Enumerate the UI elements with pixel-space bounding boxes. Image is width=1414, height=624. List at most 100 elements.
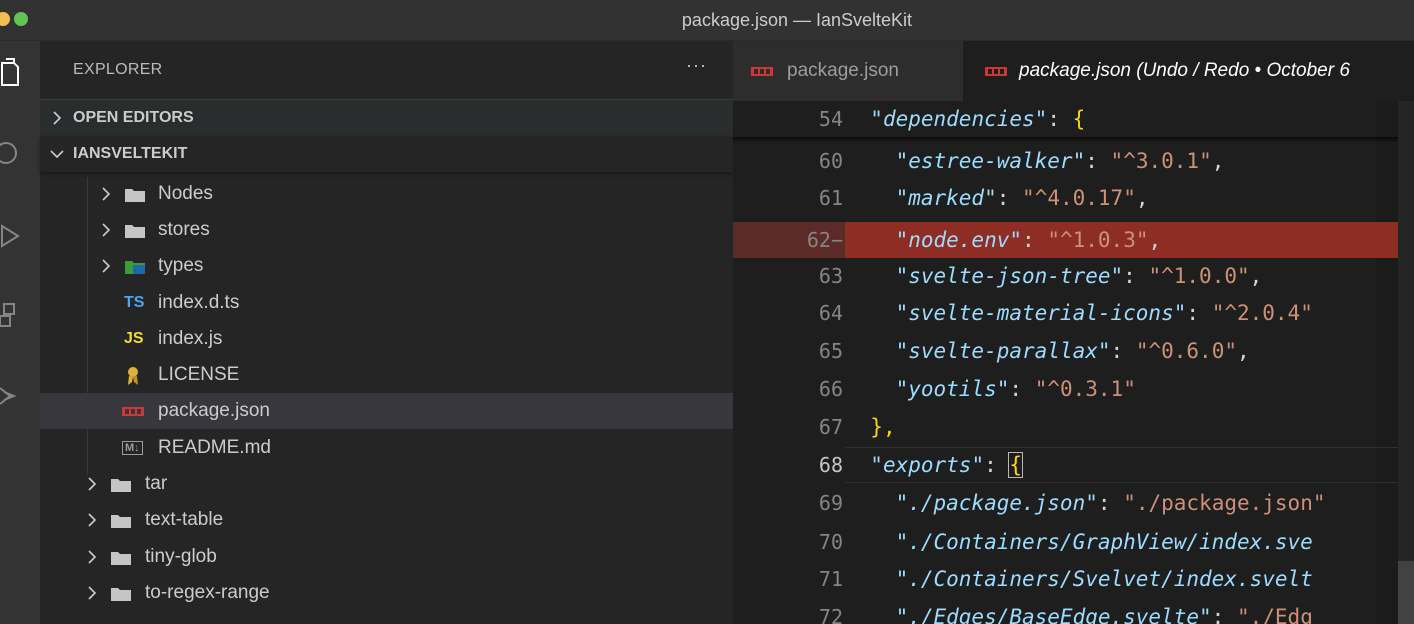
code-line-current[interactable]: "exports": { [845,447,1414,483]
code-line[interactable]: "estree-walker": "^3.0.1", [845,143,1414,179]
tree-folder-types[interactable]: types [40,248,733,284]
code-line[interactable]: "./package.json": "./package.json" [845,485,1414,521]
javascript-file-icon: JS [124,330,144,347]
search-icon[interactable] [0,133,40,173]
folder-icon [125,189,145,202]
tree-file-package-json[interactable]: package.json [40,393,733,429]
tree-item-label: Nodes [158,183,213,204]
code-line[interactable]: "svelte-json-tree": "^1.0.0", [845,258,1414,294]
line-number: 54 [818,107,843,131]
code-line[interactable]: "yootils": "^0.3.1" [845,371,1414,407]
line-number: 72 [818,605,843,624]
line-number: 65 [818,339,843,363]
markdown-file-icon: M↓ [122,430,143,466]
chevron-right-icon [88,477,97,491]
line-number: 69 [818,491,843,515]
tab-bar: package.json package.json (Undo / Redo •… [733,41,1414,101]
project-section[interactable]: IANSVELTEKIT [40,136,733,172]
scrollbar-thumb[interactable] [1398,561,1414,624]
folder-icon [111,588,131,601]
tab-package-json[interactable]: package.json [733,41,963,101]
run-debug-icon[interactable] [0,216,40,256]
tree-folder-nodes[interactable]: Nodes [40,176,733,212]
license-ribbon-icon [128,367,138,385]
typescript-file-icon: TS [124,294,145,311]
tree-item-label: README.md [158,437,271,458]
npm-icon [751,67,773,76]
folder-icon [125,225,145,238]
line-number: 71 [818,567,843,591]
line-number: 64 [818,301,843,325]
open-editors-label: OPEN EDITORS [73,109,194,126]
explorer-files-icon[interactable] [0,53,40,93]
title-bar: package.json — IanSvelteKit [0,0,1414,41]
line-number: 67 [818,415,843,439]
activity-bar [0,41,40,624]
code-line[interactable]: "svelte-parallax": "^0.6.0", [845,333,1414,369]
line-number: 66 [818,377,843,401]
tree-file-license[interactable]: LICENSE [40,357,733,393]
tree-item-label: stores [158,219,210,240]
folder-icon [111,552,131,565]
npm-icon [985,67,1007,76]
tree-item-label: index.js [158,328,223,349]
code-line[interactable]: "marked": "^4.0.17", [845,180,1414,216]
npm-icon [122,407,144,416]
tree-folder-stores[interactable]: stores [40,212,733,248]
tree-item-label: index.d.ts [158,292,240,313]
chevron-down-icon [50,150,64,159]
more-actions-button[interactable]: ··· [686,55,707,76]
tree-item-label: tar [145,473,168,494]
remote-explorer-icon[interactable] [0,376,40,416]
editor-area: package.json package.json (Undo / Redo •… [733,41,1414,624]
tree-file-readme[interactable]: M↓ README.md [40,430,733,466]
tree-item-label: LICENSE [158,364,240,385]
folder-icon [111,479,131,492]
typescript-folder-icon [125,261,145,274]
code-line[interactable]: "./Containers/GraphView/index.sve [845,524,1414,560]
explorer-header: EXPLORER ··· [40,41,733,101]
line-number: 62− [806,228,843,252]
chevron-right-icon [88,586,97,600]
open-editors-section[interactable]: OPEN EDITORS [40,99,733,136]
project-label: IANSVELTEKIT [73,145,188,162]
code-line[interactable]: "./Containers/Svelvet/index.svelt [845,561,1414,597]
line-number: 61 [818,186,843,210]
tree-folder-tiny-glob[interactable]: tiny-glob [40,539,733,575]
folder-icon [111,515,131,528]
tree-folder-to-regex-range[interactable]: to-regex-range [40,575,733,611]
tree-folder-tar[interactable]: tar [40,466,733,502]
tab-label: package.json (Undo / Redo • October 6 [1019,60,1350,81]
tree-item-label: to-regex-range [145,582,270,603]
tree-item-label: tiny-glob [145,546,217,567]
chevron-right-icon [53,111,62,125]
code-line[interactable]: "./Edges/BaseEdge.svelte": "./Edg [845,599,1414,624]
tree-file-index-js[interactable]: JS index.js [40,321,733,357]
chevron-right-icon [102,259,111,273]
tab-label: package.json [787,60,899,81]
line-number: 60 [818,149,843,173]
window-title: package.json — IanSvelteKit [681,10,913,30]
vertical-scrollbar[interactable] [1398,101,1414,624]
explorer-sidebar: EXPLORER ··· OPEN EDITORS IANSVELTEKIT N… [40,41,733,624]
tree-item-label: types [158,255,204,276]
line-number: 63 [818,264,843,288]
code-line[interactable]: }, [845,409,1414,445]
line-number: 68 [818,453,843,477]
tree-folder-text-table[interactable]: text-table [40,502,733,538]
chevron-right-icon [88,513,97,527]
code-line[interactable]: "svelte-material-icons": "^2.0.4" [845,295,1414,331]
tab-package-json-undo-redo[interactable]: package.json (Undo / Redo • October 6 [963,41,1414,101]
code-line[interactable]: "dependencies": { [845,101,1414,137]
line-number: 70 [818,530,843,554]
tree-item-label: package.json [158,400,270,421]
code-line-deleted[interactable]: "node.env": "^1.0.3", [845,222,1414,258]
tree-item-label: text-table [145,509,224,530]
tree-file-index-d-ts[interactable]: TS index.d.ts [40,285,733,321]
chevron-right-icon [88,550,97,564]
explorer-title: EXPLORER [73,61,163,78]
chevron-right-icon [102,223,111,237]
extensions-icon[interactable] [0,296,40,336]
chevron-right-icon [102,187,111,201]
vscode-window: package.json — IanSvelteKit EXPLORER ···… [0,0,1414,624]
